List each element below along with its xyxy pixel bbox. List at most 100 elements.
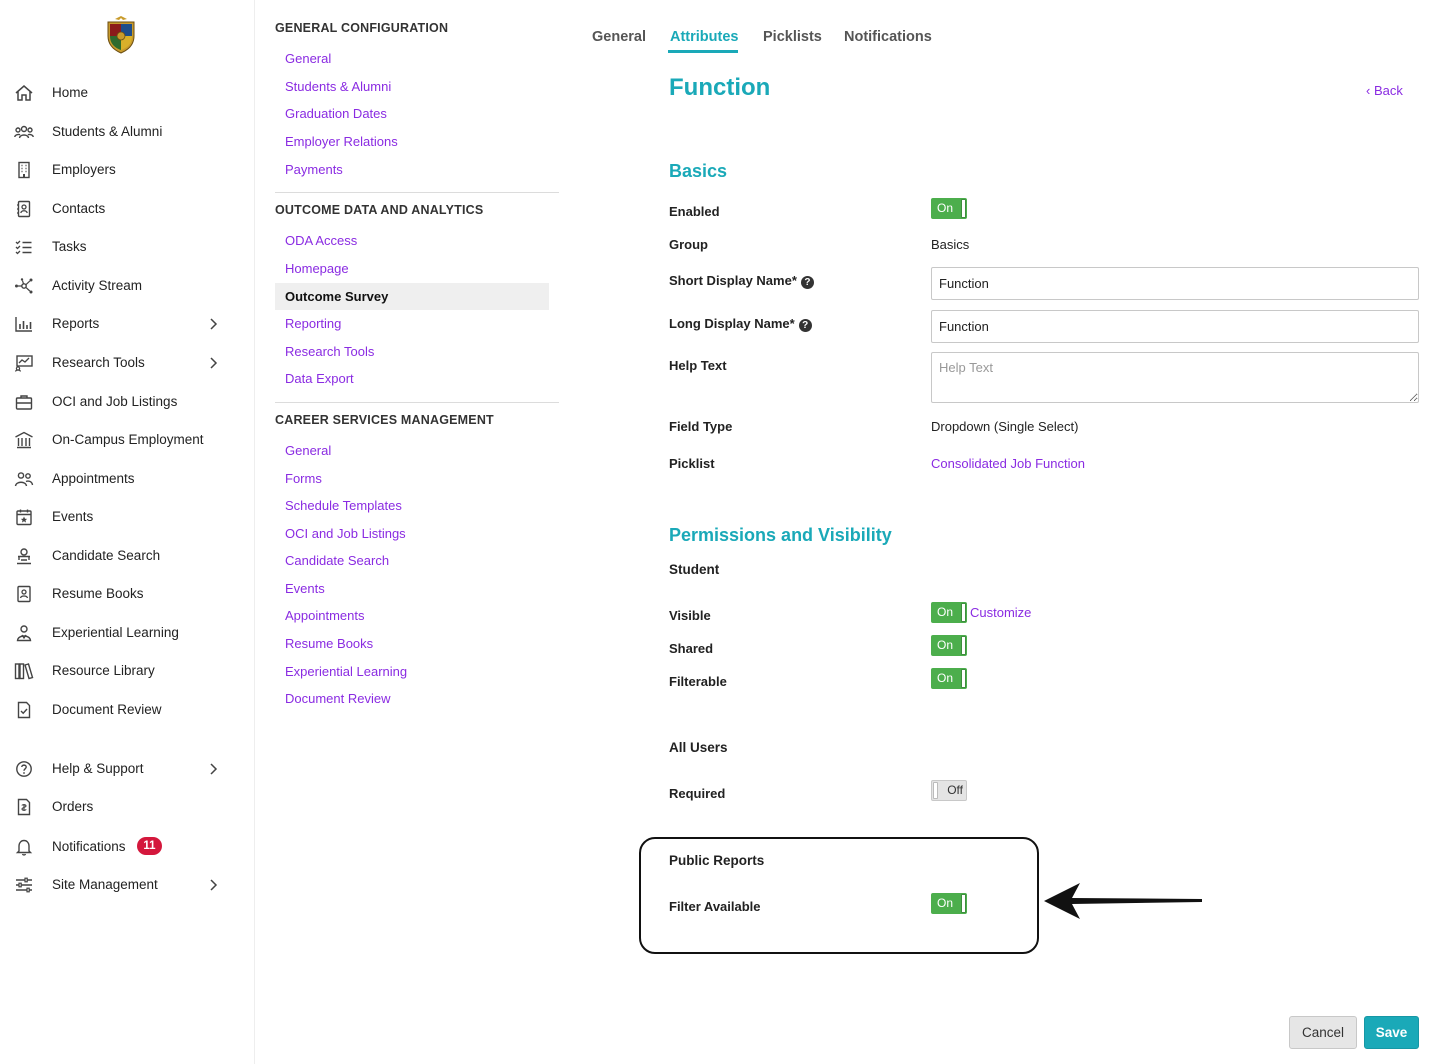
receipt-icon bbox=[17, 798, 31, 816]
filterable-toggle[interactable]: On bbox=[931, 668, 967, 689]
sidebar-item-label: OCI and Job Listings bbox=[52, 394, 178, 409]
sidebar-item-events[interactable]: Events bbox=[0, 500, 255, 534]
arrow-annotation-icon bbox=[1044, 883, 1202, 919]
bell-icon bbox=[15, 839, 33, 856]
shared-toggle[interactable]: On bbox=[931, 635, 967, 656]
sidebar-item-document-review[interactable]: Document Review bbox=[0, 693, 255, 727]
config-link-forms[interactable]: Forms bbox=[285, 471, 322, 486]
toggle-knob bbox=[961, 636, 966, 655]
sidebar-item-label: On-Campus Employment bbox=[52, 432, 204, 447]
config-section-heading: OUTCOME DATA AND ANALYTICS bbox=[275, 203, 484, 217]
config-link-outcome-survey[interactable]: Outcome Survey bbox=[275, 283, 549, 310]
sidebar-item-home[interactable]: Home bbox=[0, 76, 255, 110]
config-link-resume-books[interactable]: Resume Books bbox=[285, 636, 373, 651]
group-label: Group bbox=[669, 237, 708, 252]
config-link-research-tools[interactable]: Research Tools bbox=[285, 344, 374, 359]
sidebar-item-students-alumni[interactable]: Students & Alumni bbox=[0, 115, 255, 149]
network-icon bbox=[15, 278, 33, 294]
checklist-icon bbox=[15, 240, 32, 255]
toggle-state-label: On bbox=[937, 638, 954, 652]
config-link-students-alumni[interactable]: Students & Alumni bbox=[285, 79, 391, 94]
save-button[interactable]: Save bbox=[1364, 1016, 1419, 1049]
sliders-icon bbox=[16, 877, 32, 893]
sidebar-item-site-management[interactable]: Site Management bbox=[0, 868, 255, 902]
config-link-payments[interactable]: Payments bbox=[285, 162, 343, 177]
config-link-appointments[interactable]: Appointments bbox=[285, 608, 365, 623]
app-window: Home Students & Alumni Employers Contact… bbox=[0, 0, 1456, 1064]
chevron-right-icon bbox=[210, 763, 218, 775]
config-link-events[interactable]: Events bbox=[285, 581, 325, 596]
sidebar-item-experiential-learning[interactable]: Experiential Learning bbox=[0, 616, 255, 650]
sidebar-item-activity-stream[interactable]: Activity Stream bbox=[0, 269, 255, 303]
picklist-link[interactable]: Consolidated Job Function bbox=[931, 456, 1085, 471]
sidebar-item-employers[interactable]: Employers bbox=[0, 153, 255, 187]
campus-building-icon bbox=[15, 431, 33, 449]
cancel-button[interactable]: Cancel bbox=[1289, 1016, 1357, 1049]
config-link-reporting[interactable]: Reporting bbox=[285, 316, 341, 331]
help-text-textarea[interactable] bbox=[931, 352, 1419, 403]
config-link-homepage[interactable]: Homepage bbox=[285, 261, 349, 276]
config-link-oci-job-listings[interactable]: OCI and Job Listings bbox=[285, 526, 406, 541]
sidebar-item-label: Activity Stream bbox=[52, 278, 143, 293]
config-link-data-export[interactable]: Data Export bbox=[285, 371, 354, 386]
sidebar-item-label: Resume Books bbox=[52, 586, 144, 601]
toggle-state-label: On bbox=[937, 671, 954, 685]
config-section-heading: CAREER SERVICES MANAGEMENT bbox=[275, 413, 494, 427]
home-icon bbox=[15, 85, 33, 101]
chevron-right-icon bbox=[210, 318, 218, 330]
sidebar-item-oci-job-listings[interactable]: OCI and Job Listings bbox=[0, 385, 255, 419]
sidebar-item-on-campus-employment[interactable]: On-Campus Employment bbox=[0, 423, 255, 457]
customize-link[interactable]: Customize bbox=[970, 605, 1031, 620]
sidebar-item-resume-books[interactable]: Resume Books bbox=[0, 577, 255, 611]
sidebar-item-candidate-search[interactable]: Candidate Search bbox=[0, 539, 255, 573]
required-label: Required bbox=[669, 786, 726, 801]
tab-general[interactable]: General bbox=[592, 29, 646, 45]
sidebar-item-notifications[interactable]: Notifications 11 bbox=[0, 830, 255, 864]
tab-picklists[interactable]: Picklists bbox=[763, 29, 822, 45]
help-question-icon[interactable]: ? bbox=[798, 319, 812, 332]
enabled-label: Enabled bbox=[669, 204, 720, 219]
sidebar-item-help-support[interactable]: Help & Support bbox=[0, 752, 255, 786]
shared-label: Shared bbox=[669, 641, 714, 656]
tab-attributes[interactable]: Attributes bbox=[670, 29, 738, 45]
help-circle-icon bbox=[16, 761, 32, 777]
sidebar-item-reports[interactable]: Reports bbox=[0, 307, 255, 341]
left-sidebar: Home Students & Alumni Employers Contact… bbox=[0, 0, 255, 1064]
sidebar-item-label: Appointments bbox=[52, 471, 135, 486]
permissions-heading: Permissions and Visibility bbox=[669, 525, 892, 545]
sidebar-item-resource-library[interactable]: Resource Library bbox=[0, 654, 255, 688]
sidebar-item-label: Help & Support bbox=[52, 761, 144, 776]
long-display-name-text: Long Display Name* bbox=[669, 316, 795, 331]
long-display-name-input[interactable] bbox=[931, 310, 1419, 343]
short-display-name-input[interactable] bbox=[931, 267, 1419, 300]
config-link-candidate-search[interactable]: Candidate Search bbox=[285, 553, 389, 568]
sidebar-item-appointments[interactable]: Appointments bbox=[0, 462, 255, 496]
user-search-icon bbox=[17, 548, 31, 565]
sidebar-item-research-tools[interactable]: Research Tools bbox=[0, 346, 255, 380]
tab-notifications[interactable]: Notifications bbox=[844, 29, 932, 45]
config-link-graduation-dates[interactable]: Graduation Dates bbox=[285, 106, 387, 121]
sidebar-item-orders[interactable]: Orders bbox=[0, 790, 255, 824]
config-link-employer-relations[interactable]: Employer Relations bbox=[285, 134, 398, 149]
sidebar-item-tasks[interactable]: Tasks bbox=[0, 230, 255, 264]
briefcase-icon bbox=[15, 395, 33, 410]
visible-toggle[interactable]: On bbox=[931, 602, 967, 623]
config-link-general[interactable]: General bbox=[285, 51, 331, 66]
sidebar-item-contacts[interactable]: Contacts bbox=[0, 192, 255, 226]
config-link-general[interactable]: General bbox=[285, 443, 331, 458]
toggle-state-label: On bbox=[937, 201, 954, 215]
config-link-oda-access[interactable]: ODA Access bbox=[285, 233, 357, 248]
back-link[interactable]: ‹ Back bbox=[1366, 83, 1403, 98]
school-crest-logo bbox=[107, 16, 135, 54]
field-type-label: Field Type bbox=[669, 419, 733, 434]
help-question-icon[interactable]: ? bbox=[800, 276, 814, 289]
config-link-schedule-templates[interactable]: Schedule Templates bbox=[285, 498, 402, 513]
config-link-document-review[interactable]: Document Review bbox=[285, 691, 391, 706]
required-toggle[interactable]: Off bbox=[931, 780, 967, 801]
config-divider bbox=[275, 402, 559, 403]
short-display-name-text: Short Display Name* bbox=[669, 273, 797, 288]
enabled-toggle[interactable]: On bbox=[931, 198, 967, 219]
config-link-experiential-learning[interactable]: Experiential Learning bbox=[285, 664, 407, 679]
visible-label: Visible bbox=[669, 608, 711, 623]
chevron-right-icon bbox=[210, 357, 218, 369]
